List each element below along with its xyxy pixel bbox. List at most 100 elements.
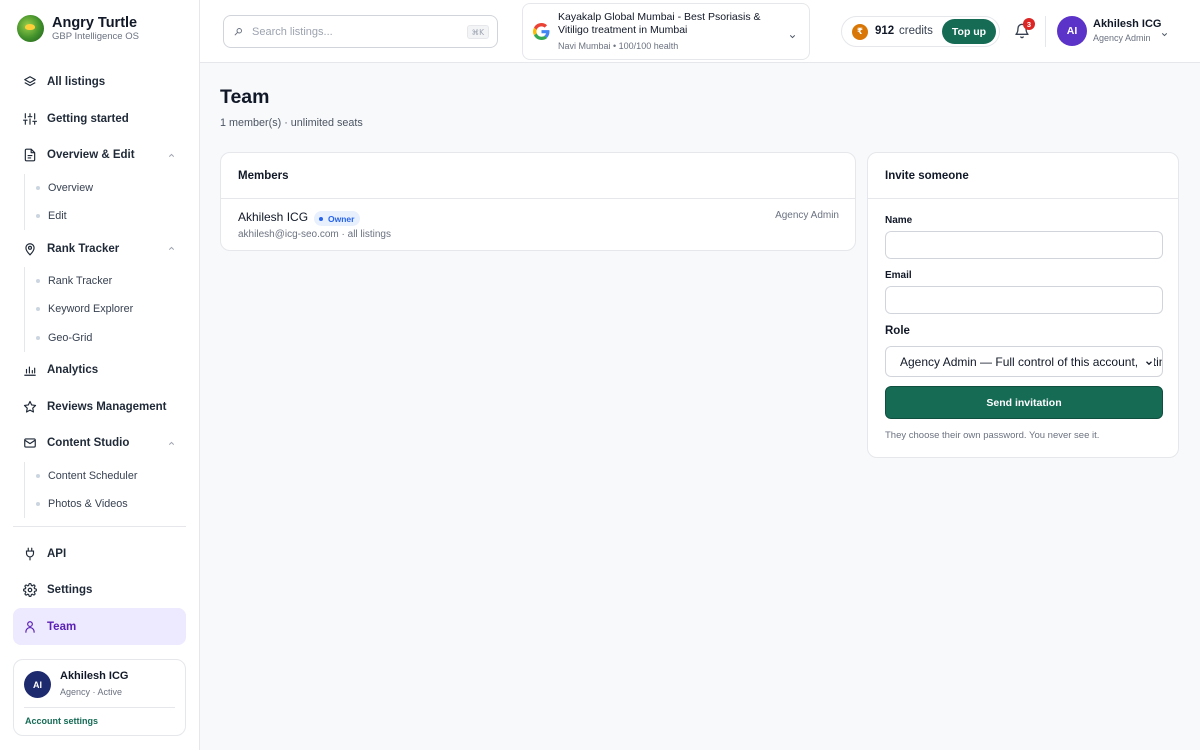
sidebar-item-label: Getting started — [47, 112, 129, 125]
rupee-coin-icon: ₹ — [852, 24, 868, 40]
sidebar-item-overview-edit[interactable]: Overview & Edit — [13, 137, 186, 174]
brand-subtitle: GBP Intelligence OS — [52, 31, 139, 42]
sidebar-subitem-geo-grid[interactable]: Geo-Grid — [25, 324, 186, 352]
avatar[interactable]: AI — [1057, 16, 1087, 46]
owner-badge: Owner — [314, 211, 361, 226]
layers-icon — [23, 75, 37, 89]
badge-dot-icon — [319, 216, 323, 221]
search-icon — [234, 27, 243, 36]
bullet-icon — [36, 214, 40, 219]
owner-badge-label: Owner — [328, 213, 355, 224]
listing-selector[interactable]: Kayakalp Global Mumbai - Best Psoriasis … — [522, 3, 810, 60]
sidebar-item-rank-tracker[interactable]: Rank Tracker — [13, 230, 186, 267]
sidebar-item-settings[interactable]: Settings — [13, 572, 186, 609]
listing-title: Kayakalp Global Mumbai - Best Psoriasis … — [558, 11, 761, 36]
bullet-icon — [36, 502, 40, 507]
sidebar-nav: All listings Getting started Overview & … — [13, 64, 186, 646]
role-select[interactable]: Agency Admin — Full control of this acco… — [885, 346, 1163, 377]
gear-icon — [23, 583, 37, 598]
invite-heading: Invite someone — [868, 153, 1178, 199]
user-icon — [23, 620, 37, 634]
map-pin-icon — [23, 242, 37, 256]
sidebar-item-label: All listings — [47, 76, 106, 89]
brand[interactable]: Angry Turtle GBP Intelligence OS — [17, 15, 139, 42]
sidebar-subitem-keyword-explorer[interactable]: Keyword Explorer — [25, 295, 186, 323]
invite-card: Invite someone Name Email Role Agency Ad… — [867, 152, 1179, 458]
sidebar-subitem-label: Geo-Grid — [48, 331, 93, 344]
sidebar-subitem-label: Keyword Explorer — [48, 303, 134, 316]
chevron-down-icon — [788, 28, 797, 46]
bullet-icon — [36, 185, 40, 190]
email-label: Email — [885, 270, 912, 281]
bullet-icon — [36, 473, 40, 478]
top-up-button[interactable]: Top up — [942, 19, 996, 44]
user-name: Akhilesh ICG — [60, 670, 129, 682]
submenu-rank-tracker: Rank Tracker Keyword Explorer Geo-Grid — [24, 266, 186, 352]
sidebar-divider — [13, 526, 186, 528]
name-field[interactable] — [885, 231, 1163, 259]
bullet-icon — [36, 335, 40, 340]
sidebar-item-label: Analytics — [47, 364, 99, 377]
sidebar-item-label: Settings — [47, 584, 93, 597]
member-email: akhilesh@icg-seo.com · all listings — [238, 229, 391, 240]
chevron-down-icon[interactable] — [1160, 26, 1169, 44]
sidebar-item-label: Overview & Edit — [47, 149, 135, 162]
divider — [24, 707, 175, 708]
sidebar-item-analytics[interactable]: Analytics — [13, 352, 186, 389]
sidebar-item-all-listings[interactable]: All listings — [13, 64, 186, 101]
notification-badge: 3 — [1023, 18, 1035, 30]
invite-hint: They choose their own password. You neve… — [885, 430, 1100, 441]
role-label: Role — [885, 325, 910, 337]
bar-chart-icon — [23, 363, 37, 377]
sidebar-subitem-edit[interactable]: Edit — [25, 202, 186, 230]
turtle-logo-icon — [17, 15, 44, 42]
avatar[interactable]: AI — [24, 671, 51, 698]
sidebar-item-reviews-management[interactable]: Reviews Management — [13, 388, 186, 425]
submenu-content-studio: Content Scheduler Photos & Videos — [24, 461, 186, 519]
sidebar: Angry Turtle GBP Intelligence OS All lis… — [0, 0, 200, 750]
sidebar-item-content-studio[interactable]: Content Studio — [13, 425, 186, 462]
mail-icon — [23, 436, 37, 450]
sidebar-subitem-rank-tracker[interactable]: Rank Tracker — [25, 267, 186, 295]
sidebar-item-team[interactable]: Team — [13, 608, 186, 646]
google-icon — [533, 23, 550, 40]
sidebar-item-api[interactable]: API — [13, 535, 186, 572]
chevron-up-icon[interactable] — [167, 151, 176, 163]
document-icon — [23, 148, 37, 162]
page-title: Team — [220, 86, 270, 108]
chevron-up-icon[interactable] — [167, 439, 176, 451]
sidebar-user-card: AI Akhilesh ICG Agency · Active Account … — [13, 659, 186, 736]
account-settings-link[interactable]: Account settings — [25, 716, 98, 726]
sidebar-subitem-label: Edit — [48, 210, 67, 223]
header-user-role: Agency Admin — [1093, 33, 1151, 43]
member-role: Agency Admin — [775, 210, 839, 221]
plug-icon — [23, 547, 37, 561]
sliders-icon — [23, 112, 37, 126]
search-box[interactable]: ⌘K — [223, 15, 498, 48]
sidebar-subitem-label: Photos & Videos — [48, 498, 128, 511]
sidebar-subitem-content-scheduler[interactable]: Content Scheduler — [25, 462, 186, 490]
sidebar-subitem-label: Rank Tracker — [48, 275, 113, 288]
header-user-name[interactable]: Akhilesh ICG — [1093, 18, 1161, 30]
sidebar-subitem-label: Content Scheduler — [48, 469, 138, 482]
sidebar-subitem-overview[interactable]: Overview — [25, 174, 186, 202]
search-input[interactable] — [252, 25, 452, 38]
email-field[interactable] — [885, 286, 1163, 314]
listing-subtitle: Navi Mumbai • 100/100 health — [558, 41, 679, 51]
send-invitation-button[interactable]: Send invitation — [885, 386, 1163, 419]
star-icon — [23, 400, 37, 414]
sidebar-item-label: Content Studio — [47, 437, 130, 450]
header-divider — [1045, 16, 1046, 47]
sidebar-item-getting-started[interactable]: Getting started — [13, 101, 186, 138]
user-role: Agency · Active — [60, 687, 123, 697]
members-card: Members Akhilesh ICG Owner akhilesh@icg-… — [220, 152, 856, 251]
sidebar-item-label: API — [47, 547, 67, 560]
submenu-overview-edit: Overview Edit — [24, 173, 186, 231]
brand-name: Angry Turtle — [52, 15, 138, 31]
credit-label: credits — [899, 25, 933, 37]
members-heading: Members — [221, 153, 855, 199]
sidebar-subitem-photos-videos[interactable]: Photos & Videos — [25, 490, 186, 518]
keyboard-shortcut-hint: ⌘K — [466, 25, 489, 39]
bullet-icon — [36, 279, 40, 284]
chevron-up-icon[interactable] — [167, 244, 176, 256]
